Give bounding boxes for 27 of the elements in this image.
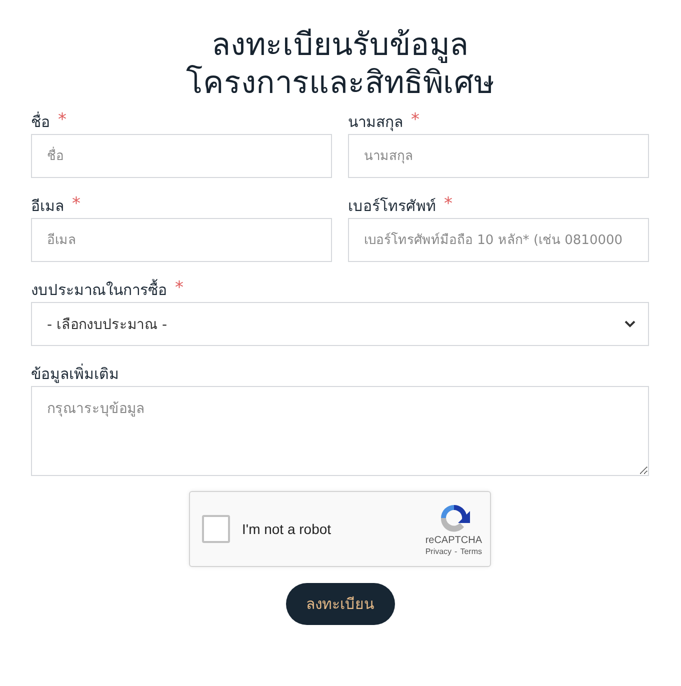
chevron-down-icon	[624, 320, 636, 328]
input-field[interactable]: ชื่อ	[31, 134, 332, 178]
field-label: ข้อมูลเพิ่มเติม	[31, 362, 119, 385]
captcha-label: I'm not a robot	[242, 521, 332, 537]
required-mark: *	[411, 110, 420, 130]
register-button[interactable]: ลงทะเบียน	[286, 583, 394, 625]
recaptcha-brand: reCAPTCHA	[425, 535, 482, 546]
field-label: งบประมาณในการซื้อ	[31, 278, 167, 301]
input-field[interactable]: อีเมล	[31, 218, 332, 262]
privacy-link[interactable]: Privacy	[425, 547, 452, 556]
textarea-field[interactable]: กรุณาระบุข้อมูล	[31, 386, 649, 476]
field-label: เบอร์โทรศัพท์	[348, 196, 436, 217]
terms-link[interactable]: Terms	[460, 547, 482, 556]
form-title: โครงการและสิทธิพิเศษ	[186, 64, 494, 102]
captcha-checkbox[interactable]	[202, 515, 230, 543]
required-mark: *	[72, 194, 80, 214]
form-title: ลงทะเบียนรับข้อมูล	[212, 26, 468, 64]
input-field[interactable]: นามสกุล	[348, 134, 649, 178]
field-label: อีเมล	[31, 196, 64, 217]
link-separator: -	[454, 547, 458, 556]
required-mark: *	[58, 110, 66, 130]
field-label: ชื่อ	[31, 110, 50, 133]
select-field[interactable]: - เลือกงบประมาณ -	[31, 302, 649, 346]
required-mark: *	[444, 194, 452, 214]
field-label: นามสกุล	[348, 112, 403, 134]
input-field[interactable]: เบอร์โทรศัพท์มือถือ 10 หลัก* (เช่น 0810000	[348, 218, 649, 262]
required-mark: *	[175, 278, 184, 298]
